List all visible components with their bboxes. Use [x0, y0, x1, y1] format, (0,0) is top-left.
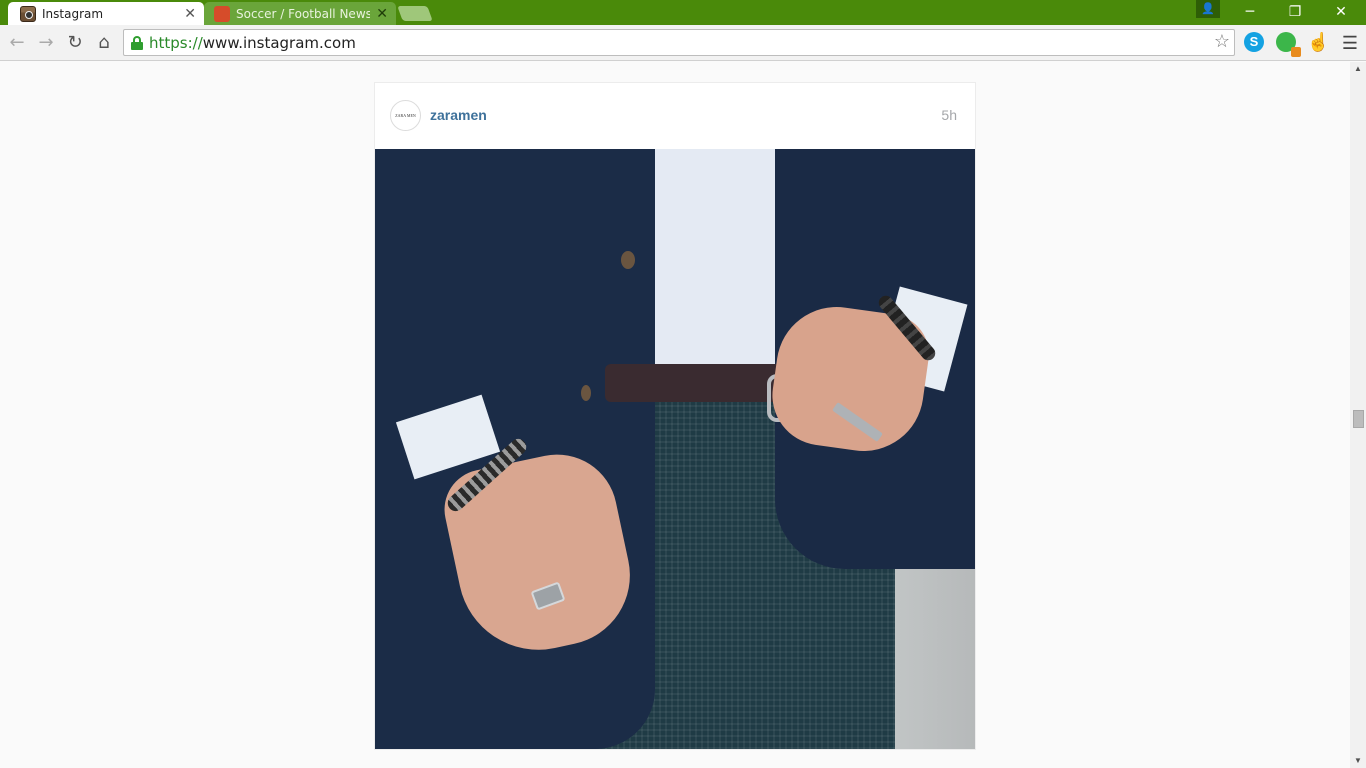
- address-bar[interactable]: https://www.instagram.com ☆: [123, 29, 1235, 56]
- tab-title: Instagram: [42, 6, 104, 21]
- close-tab-icon[interactable]: ✕: [376, 6, 388, 22]
- back-arrow-icon[interactable]: ←: [5, 31, 29, 55]
- post-timestamp[interactable]: 5h: [941, 107, 957, 123]
- tab-title: Soccer / Football News an: [236, 6, 371, 21]
- soccer-site-icon: [214, 5, 230, 22]
- minimize-icon[interactable]: ─: [1227, 0, 1273, 25]
- scroll-up-icon[interactable]: ▲: [1350, 62, 1366, 76]
- tab-instagram[interactable]: Instagram ✕: [8, 2, 204, 25]
- scroll-down-icon[interactable]: ▼: [1350, 754, 1366, 768]
- page-scrollbar[interactable]: ▲ ▼: [1350, 62, 1366, 768]
- page-viewport: ZARA MEN zaramen 5h: [0, 62, 1350, 768]
- bookmark-star-icon[interactable]: ☆: [1214, 31, 1230, 52]
- restore-icon[interactable]: ❐: [1272, 0, 1318, 25]
- instagram-icon: [20, 5, 36, 22]
- grammarly-extension-icon[interactable]: [1276, 32, 1301, 57]
- instagram-post: ZARA MEN zaramen 5h: [374, 82, 976, 750]
- menu-icon[interactable]: ☰: [1340, 33, 1360, 53]
- url-text: https://www.instagram.com: [149, 33, 356, 52]
- skype-extension-icon[interactable]: S: [1244, 32, 1264, 52]
- lock-icon: [131, 35, 143, 50]
- avatar[interactable]: ZARA MEN: [390, 100, 421, 131]
- new-tab-button[interactable]: [397, 6, 433, 21]
- browser-title-bar: Instagram ✕ Soccer / Football News an ✕ …: [0, 0, 1366, 25]
- home-icon[interactable]: ⌂: [92, 31, 116, 55]
- close-window-icon[interactable]: ✕: [1318, 0, 1364, 25]
- tab-soccer-news[interactable]: Soccer / Football News an ✕: [204, 2, 396, 25]
- post-header: ZARA MEN zaramen 5h: [375, 83, 975, 149]
- username-link[interactable]: zaramen: [430, 107, 487, 123]
- browser-toolbar: ← → ↻ ⌂ https://www.instagram.com ☆ S ☝ …: [0, 25, 1366, 61]
- scrollbar-thumb[interactable]: [1353, 410, 1364, 428]
- hand-extension-icon[interactable]: ☝: [1307, 32, 1329, 52]
- forward-arrow-icon[interactable]: →: [34, 31, 58, 55]
- post-photo[interactable]: [375, 149, 975, 749]
- profile-icon[interactable]: 👤: [1196, 0, 1220, 18]
- reload-icon[interactable]: ↻: [63, 31, 87, 55]
- close-tab-icon[interactable]: ✕: [184, 6, 196, 22]
